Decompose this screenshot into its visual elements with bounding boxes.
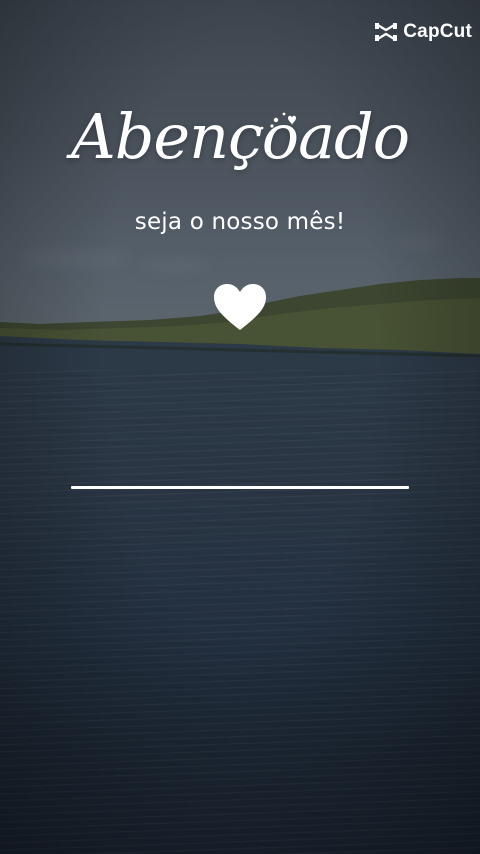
capcut-logo-text: CapCut [403,21,472,42]
divider-line [71,486,409,489]
capcut-logo-icon [373,21,399,43]
video-frame: CapCut Abençoado seja o nosso mês! [0,0,480,854]
sparkle-icon [260,112,296,130]
subtitle-text: seja o nosso mês! [134,209,346,235]
title-text: Abençoado [70,100,410,173]
capcut-watermark: CapCut [373,21,472,43]
cloud [395,236,445,248]
water-ripples [0,345,480,854]
cloud [20,250,130,268]
heart-icon [214,284,266,330]
